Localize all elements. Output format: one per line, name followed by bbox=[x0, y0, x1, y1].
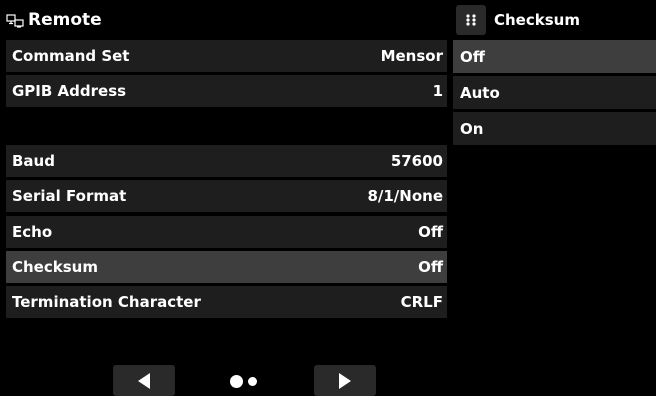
option-label: On bbox=[460, 119, 484, 138]
checksum-option-off[interactable]: Off bbox=[453, 40, 656, 73]
page-indicator bbox=[230, 375, 262, 388]
arrow-right-icon bbox=[339, 372, 351, 389]
setting-value: Mensor bbox=[380, 47, 443, 65]
setting-row-termination-character[interactable]: Termination Character CRLF bbox=[6, 286, 447, 318]
setting-row-gpib-address[interactable]: GPIB Address 1 bbox=[6, 75, 447, 107]
setting-value: Off bbox=[418, 258, 443, 276]
option-label: Off bbox=[460, 47, 485, 66]
setting-label: Checksum bbox=[12, 258, 98, 276]
remote-connection-icon bbox=[6, 13, 24, 28]
page-dot-active bbox=[230, 375, 243, 388]
grip-menu-icon[interactable] bbox=[456, 5, 486, 35]
setting-value: CRLF bbox=[400, 293, 443, 311]
setting-row-blank bbox=[6, 110, 447, 142]
next-page-button[interactable] bbox=[314, 365, 376, 396]
checksum-option-auto[interactable]: Auto bbox=[453, 76, 656, 109]
panel-title: Checksum bbox=[494, 11, 580, 29]
option-label: Auto bbox=[460, 83, 500, 102]
setting-row-echo[interactable]: Echo Off bbox=[6, 216, 447, 248]
previous-page-button[interactable] bbox=[113, 365, 175, 396]
checksum-option-on[interactable]: On bbox=[453, 112, 656, 145]
setting-row-baud[interactable]: Baud 57600 bbox=[6, 145, 447, 177]
title-bar: Remote bbox=[6, 6, 102, 34]
setting-row-serial-format[interactable]: Serial Format 8/1/None bbox=[6, 180, 447, 212]
setting-label: Echo bbox=[12, 223, 53, 241]
setting-label: Command Set bbox=[12, 47, 130, 65]
setting-value: Off bbox=[418, 223, 443, 241]
page-title: Remote bbox=[28, 10, 102, 30]
setting-label: Serial Format bbox=[12, 187, 127, 205]
setting-label: Baud bbox=[12, 152, 55, 170]
arrow-left-icon bbox=[138, 372, 150, 389]
setting-row-checksum[interactable]: Checksum Off bbox=[6, 251, 447, 283]
remote-screen: Remote Command Set Mensor GPIB Address 1… bbox=[0, 0, 656, 396]
setting-label: Termination Character bbox=[12, 293, 201, 311]
setting-row-command-set[interactable]: Command Set Mensor bbox=[6, 40, 447, 72]
checksum-panel-header: Checksum bbox=[456, 4, 656, 36]
page-dot bbox=[248, 377, 257, 386]
setting-value: 8/1/None bbox=[367, 187, 443, 205]
setting-label: GPIB Address bbox=[12, 82, 127, 100]
setting-value: 57600 bbox=[390, 152, 443, 170]
setting-value: 1 bbox=[432, 82, 443, 100]
